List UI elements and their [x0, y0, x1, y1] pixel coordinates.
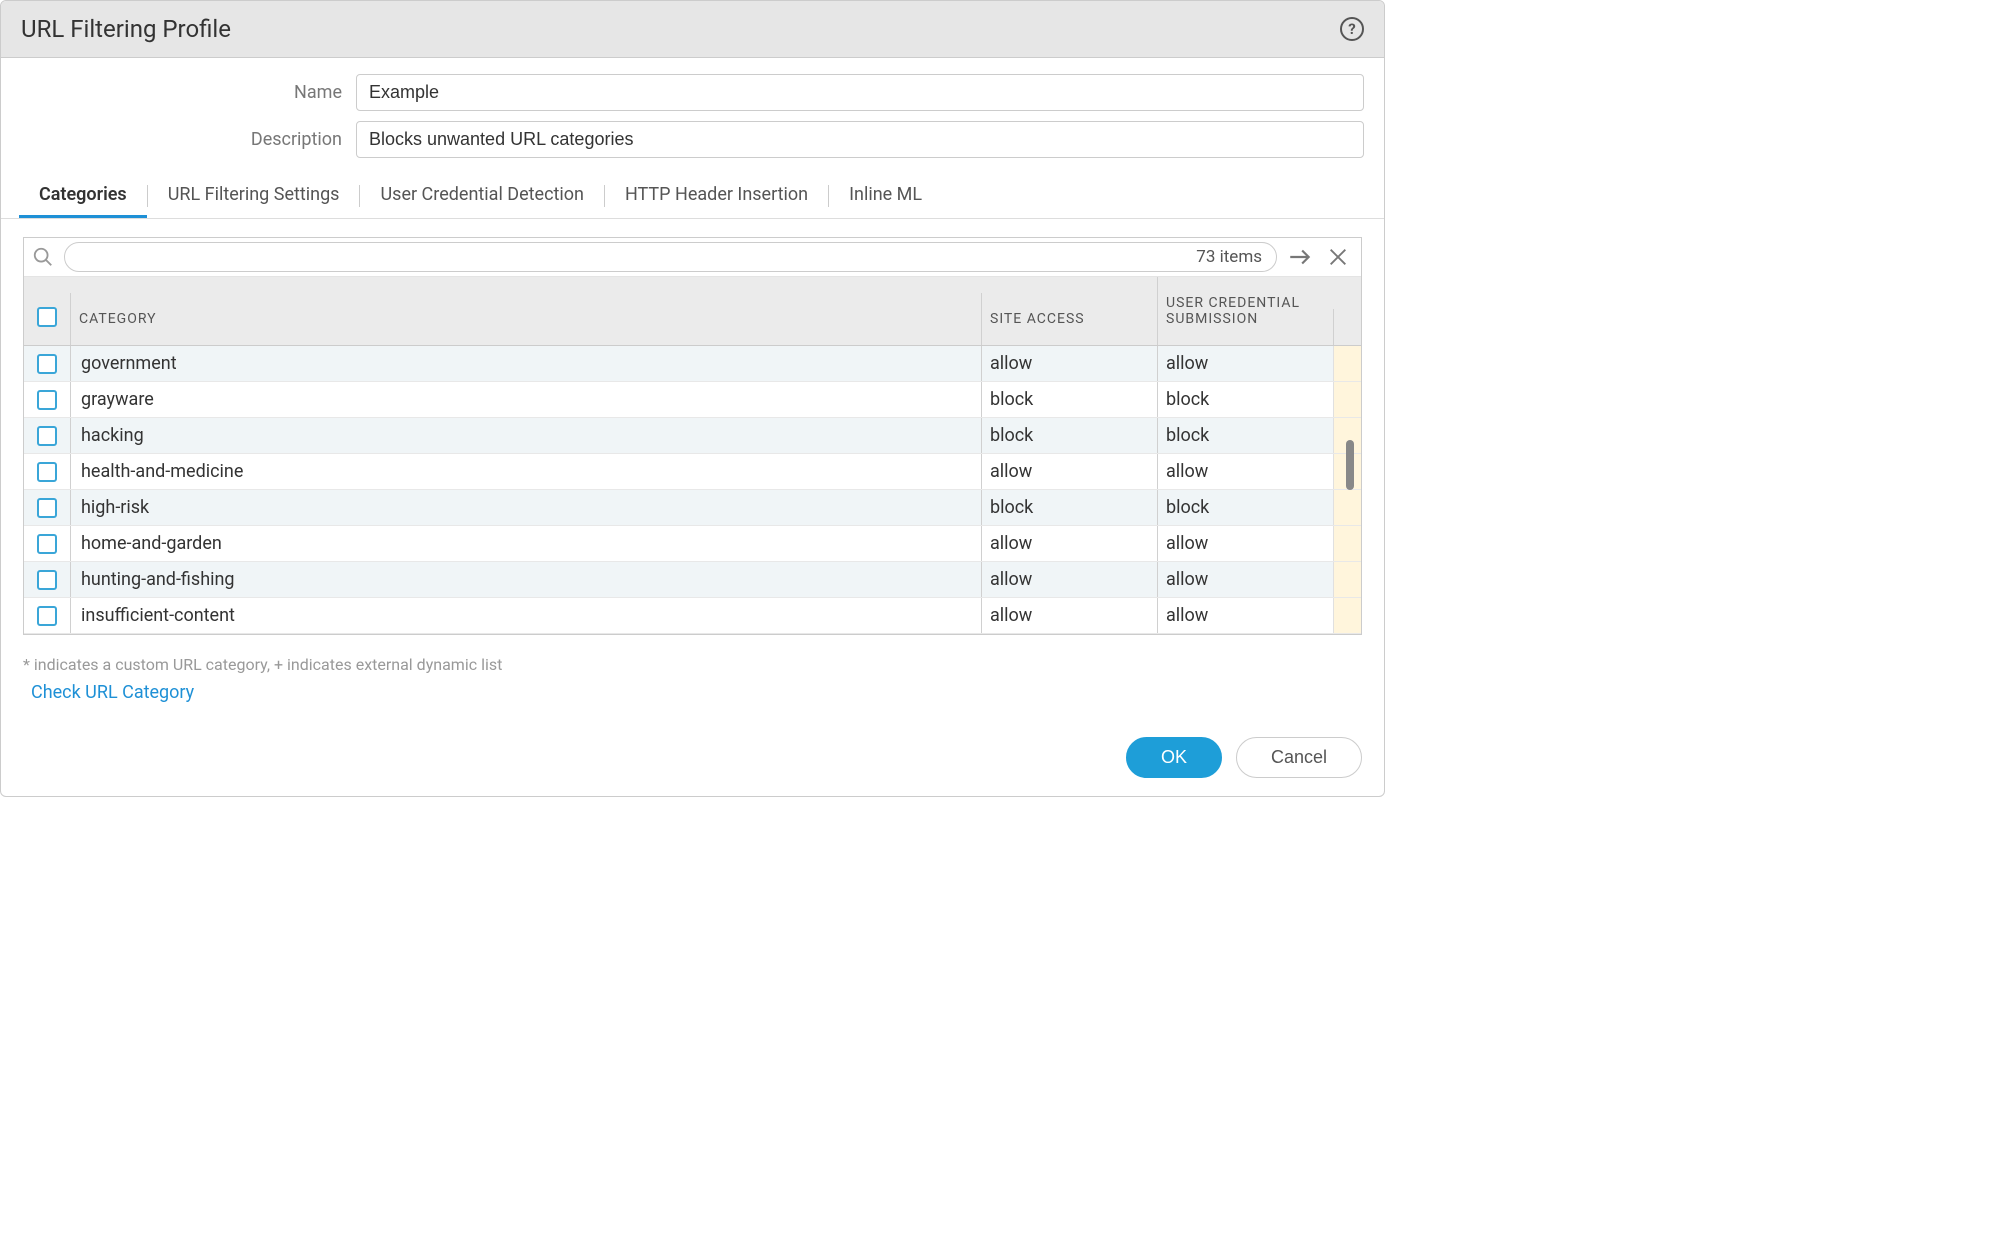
cancel-button[interactable]: Cancel [1236, 737, 1362, 778]
column-user-credential[interactable]: USER CREDENTIAL SUBMISSION [1157, 277, 1333, 345]
row-checkbox[interactable] [37, 570, 57, 590]
cell-credential[interactable]: block [1157, 418, 1333, 453]
clear-icon[interactable] [1323, 246, 1353, 268]
grid-body: governmentallowallowgraywareblockblockha… [24, 346, 1361, 634]
url-filtering-profile-dialog: URL Filtering Profile ? Name Description… [0, 0, 1385, 797]
row-checkbox[interactable] [37, 462, 57, 482]
scroll-gutter [1333, 562, 1361, 597]
scroll-gutter-header [1333, 309, 1361, 345]
row-checkbox[interactable] [37, 534, 57, 554]
table-row[interactable]: governmentallowallow [24, 346, 1361, 382]
cell-credential[interactable]: allow [1157, 562, 1333, 597]
cell-credential[interactable]: block [1157, 490, 1333, 525]
row-check-cell [24, 419, 70, 453]
scroll-gutter [1333, 346, 1361, 381]
tab-content: 73 items CATEGORY SITE ACCESS USER CREDE… [1, 219, 1384, 645]
row-check-cell [24, 563, 70, 597]
cell-credential[interactable]: allow [1157, 598, 1333, 633]
items-count: 73 items [1186, 247, 1262, 267]
row-check-cell [24, 599, 70, 633]
description-label: Description [21, 129, 356, 150]
dialog-title: URL Filtering Profile [21, 15, 231, 43]
row-checkbox[interactable] [37, 390, 57, 410]
cell-credential[interactable]: block [1157, 382, 1333, 417]
name-row: Name [21, 74, 1364, 111]
cell-category: health-and-medicine [70, 454, 981, 489]
scroll-gutter [1333, 490, 1361, 525]
tab-bar: Categories URL Filtering Settings User C… [1, 174, 1384, 219]
cell-site-access[interactable]: allow [981, 454, 1157, 489]
row-check-cell [24, 455, 70, 489]
cell-site-access[interactable]: allow [981, 526, 1157, 561]
cell-site-access[interactable]: block [981, 490, 1157, 525]
cell-site-access[interactable]: block [981, 382, 1157, 417]
check-url-category-link[interactable]: Check URL Category [1, 676, 1384, 723]
name-label: Name [21, 82, 356, 103]
row-check-cell [24, 527, 70, 561]
cell-site-access[interactable]: allow [981, 598, 1157, 633]
cell-category: hunting-and-fishing [70, 562, 981, 597]
search-input[interactable] [79, 248, 1186, 266]
cell-site-access[interactable]: allow [981, 346, 1157, 381]
cell-credential[interactable]: allow [1157, 526, 1333, 561]
grid-header: CATEGORY SITE ACCESS USER CREDENTIAL SUB… [24, 277, 1361, 346]
cell-site-access[interactable]: block [981, 418, 1157, 453]
tab-http-header-insertion[interactable]: HTTP Header Insertion [605, 174, 828, 218]
row-check-cell [24, 491, 70, 525]
form-section: Name Description [1, 58, 1384, 174]
scroll-gutter [1333, 382, 1361, 417]
column-category[interactable]: CATEGORY [70, 293, 981, 345]
select-all-cell [24, 289, 70, 345]
arrow-right-icon[interactable] [1283, 244, 1317, 270]
cell-category: hacking [70, 418, 981, 453]
cell-category: home-and-garden [70, 526, 981, 561]
table-row[interactable]: hunting-and-fishingallowallow [24, 562, 1361, 598]
table-row[interactable]: insufficient-contentallowallow [24, 598, 1361, 634]
row-check-cell [24, 383, 70, 417]
scrollbar-thumb[interactable] [1346, 440, 1354, 490]
cell-category: high-risk [70, 490, 981, 525]
grid-toolbar: 73 items [24, 238, 1361, 277]
row-checkbox[interactable] [37, 426, 57, 446]
select-all-checkbox[interactable] [37, 307, 57, 327]
tab-user-credential-detection[interactable]: User Credential Detection [360, 174, 603, 218]
tab-inline-ml[interactable]: Inline ML [829, 174, 942, 218]
row-checkbox[interactable] [37, 354, 57, 374]
description-field[interactable] [356, 121, 1364, 158]
scroll-gutter [1333, 526, 1361, 561]
cell-category: grayware [70, 382, 981, 417]
cell-credential[interactable]: allow [1157, 454, 1333, 489]
cell-category: government [70, 346, 981, 381]
help-icon[interactable]: ? [1340, 17, 1364, 41]
table-row[interactable]: graywareblockblock [24, 382, 1361, 418]
row-check-cell [24, 347, 70, 381]
cell-credential[interactable]: allow [1157, 346, 1333, 381]
ok-button[interactable]: OK [1126, 737, 1222, 778]
footer-note: * indicates a custom URL category, + ind… [1, 645, 1384, 676]
scroll-gutter [1333, 598, 1361, 633]
description-row: Description [21, 121, 1364, 158]
search-icon [28, 246, 58, 268]
table-row[interactable]: high-riskblockblock [24, 490, 1361, 526]
dialog-actions: OK Cancel [1, 723, 1384, 796]
tab-url-filtering-settings[interactable]: URL Filtering Settings [148, 174, 360, 218]
category-grid: 73 items CATEGORY SITE ACCESS USER CREDE… [23, 237, 1362, 635]
table-row[interactable]: hackingblockblock [24, 418, 1361, 454]
table-row[interactable]: home-and-gardenallowallow [24, 526, 1361, 562]
cell-site-access[interactable]: allow [981, 562, 1157, 597]
column-site-access[interactable]: SITE ACCESS [981, 293, 1157, 345]
dialog-header: URL Filtering Profile ? [1, 1, 1384, 58]
name-field[interactable] [356, 74, 1364, 111]
cell-category: insufficient-content [70, 598, 981, 633]
row-checkbox[interactable] [37, 498, 57, 518]
tab-categories[interactable]: Categories [19, 174, 147, 218]
search-wrap: 73 items [64, 242, 1277, 272]
table-row[interactable]: health-and-medicineallowallow [24, 454, 1361, 490]
row-checkbox[interactable] [37, 606, 57, 626]
